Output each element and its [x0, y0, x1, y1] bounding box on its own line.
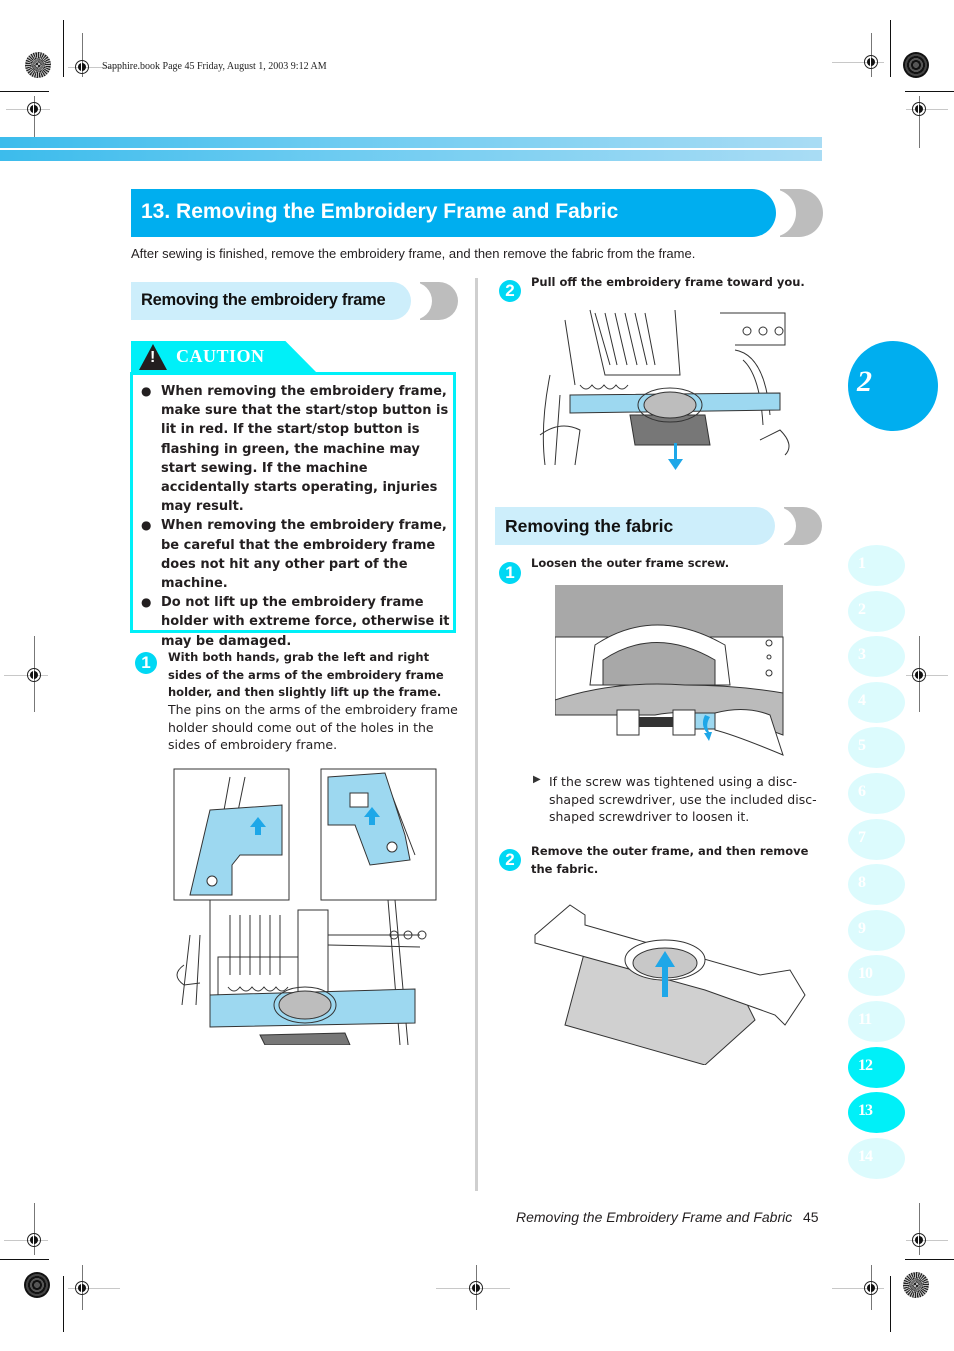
- registration-target-icon: [864, 55, 878, 69]
- chapter-tab-label: 2: [858, 600, 866, 618]
- chapter-tab-label: 7: [858, 828, 866, 846]
- chapter-tab-4[interactable]: 4: [848, 681, 905, 723]
- crop-mark: [905, 1259, 954, 1260]
- chapter-tab-3[interactable]: 3: [848, 636, 905, 678]
- chapter-tab-9[interactable]: 9: [848, 909, 905, 951]
- pull-frame-illustration: [539, 309, 790, 470]
- down-arrow-icon: [668, 443, 683, 470]
- step-note: If the screw was tightened using a disc-…: [549, 774, 817, 824]
- color-target-icon: [25, 52, 51, 78]
- crop-mark: [34, 1203, 35, 1255]
- chapter-tab-11[interactable]: 11: [848, 1001, 905, 1042]
- color-target-icon: [24, 1272, 50, 1298]
- registration-target-icon: [912, 1233, 926, 1247]
- chapter-tab-10[interactable]: 10: [848, 955, 905, 997]
- chapter-tab-5[interactable]: 5: [848, 727, 905, 769]
- page-title: 13. Removing the Embroidery Frame and Fa…: [141, 200, 619, 223]
- crop-mark: [4, 675, 48, 676]
- chapter-tab-label: 9: [858, 919, 866, 937]
- intro-text: After sewing is finished, remove the emb…: [131, 246, 696, 261]
- chapter-tab-label: 4: [858, 691, 866, 709]
- crop-mark: [905, 91, 954, 92]
- caution-item: When removing the embroidery frame, make…: [141, 382, 451, 516]
- step-number-badge: 2: [499, 849, 521, 871]
- chapter-tab-label: 6: [858, 783, 866, 800]
- step-number-badge: 2: [499, 280, 521, 302]
- chapter-tab-12[interactable]: 12: [848, 1046, 905, 1088]
- top-decorative-bar: [0, 150, 822, 161]
- lift-frame-illustration: [173, 768, 437, 1045]
- frame-holder: [209, 986, 416, 1045]
- inset-right-plate: [327, 772, 411, 866]
- chapter-tab-8[interactable]: 8: [848, 864, 905, 906]
- registration-target-icon: [27, 1233, 41, 1247]
- section-heading-band: Removing the embroidery frame: [131, 282, 411, 320]
- column-divider: [475, 278, 478, 1191]
- remove-fabric-illustration: [534, 904, 806, 1065]
- crop-mark: [0, 1259, 49, 1260]
- warning-exclamation: !: [150, 349, 156, 366]
- caution-item: Do not lift up the embroidery frame hold…: [141, 593, 451, 651]
- crop-mark: [63, 1276, 64, 1332]
- step-detail: The pins on the arms of the embroidery f…: [168, 702, 458, 752]
- chapter-tab-2[interactable]: 2: [848, 590, 905, 632]
- registration-target-icon: [912, 668, 926, 682]
- chapter-tab-6[interactable]: 6: [848, 773, 905, 814]
- print-header-stamp: Sapphire.book Page 45 Friday, August 1, …: [102, 61, 327, 72]
- section-heading: Removing the embroidery frame: [141, 291, 386, 309]
- chapter-tab-13[interactable]: 13: [848, 1092, 905, 1134]
- loosen-screw-illustration: [555, 585, 784, 756]
- crop-mark: [63, 20, 64, 77]
- section-heading: Removing the fabric: [505, 516, 674, 536]
- registration-target-icon: [27, 668, 41, 682]
- chapter-tab-7[interactable]: 7: [848, 818, 905, 860]
- registration-target-icon: [912, 102, 926, 116]
- chapter-tab-label: 12: [858, 1056, 873, 1074]
- chapter-tab-label: 3: [858, 646, 866, 664]
- color-target-icon: [903, 1272, 929, 1298]
- color-target-icon: [903, 52, 929, 78]
- registration-target-icon: [469, 1281, 483, 1295]
- step-number-badge: 1: [499, 562, 521, 584]
- chapter-tab-1[interactable]: 1: [848, 545, 905, 586]
- caution-label: CAUTION: [176, 346, 265, 366]
- chapter-tab-label: 13: [858, 1102, 873, 1120]
- crop-mark: [919, 1203, 920, 1255]
- crop-mark: [890, 1276, 891, 1332]
- chapter-tab-label: 10: [858, 965, 873, 983]
- chapter-tab-label: 1: [858, 555, 866, 572]
- footer-title: Removing the Embroidery Frame and Fabric: [516, 1209, 793, 1225]
- registration-target-icon: [75, 1281, 89, 1295]
- crop-mark: [890, 20, 891, 77]
- chapter-badge: 2: [848, 341, 938, 431]
- registration-target-icon: [864, 1281, 878, 1295]
- chapter-tab-label: 11: [858, 1011, 872, 1028]
- caution-box: When removing the embroidery frame, make…: [130, 372, 456, 649]
- step-instruction: Loosen the outer frame screw.: [531, 556, 730, 570]
- step-instruction: With both hands, grab the left and right…: [168, 650, 444, 699]
- registration-target-icon: [27, 102, 41, 116]
- chapter-tab-14[interactable]: 14: [848, 1137, 905, 1179]
- chapter-tab-label: 14: [858, 1147, 873, 1165]
- note-arrow-icon: ▶: [533, 774, 541, 785]
- chapter-number: 2: [857, 365, 872, 398]
- inset-left-plate: [189, 804, 283, 896]
- chapter-tab-label: 5: [858, 737, 866, 755]
- step-instruction: Remove the outer frame, and then remove …: [531, 844, 809, 876]
- step-number-badge: 1: [135, 652, 157, 674]
- crop-mark: [0, 91, 49, 92]
- caution-item: When removing the embroidery frame, be c…: [141, 516, 451, 593]
- page-number: 45: [803, 1209, 819, 1225]
- crop-mark: [4, 1240, 48, 1241]
- registration-target-icon: [75, 60, 89, 74]
- page-title-band: 13. Removing the Embroidery Frame and Fa…: [131, 189, 776, 237]
- chapter-tab-label: 8: [858, 874, 866, 892]
- step-instruction: Pull off the embroidery frame toward you…: [531, 275, 805, 289]
- caution-list: When removing the embroidery frame, make…: [141, 382, 451, 651]
- section-heading-band: Removing the fabric: [495, 507, 775, 545]
- top-decorative-bar: [0, 137, 822, 148]
